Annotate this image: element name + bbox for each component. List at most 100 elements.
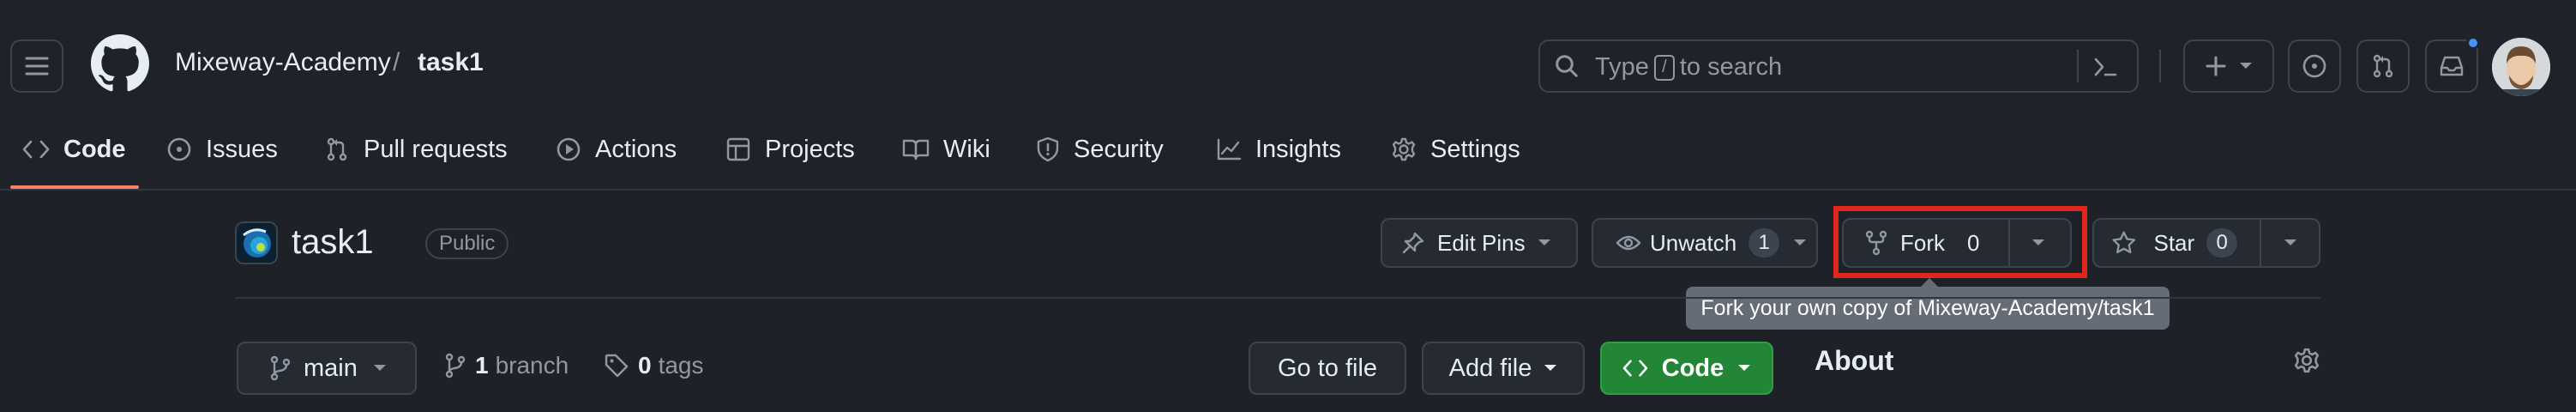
command-palette-icon[interactable]: [2092, 55, 2118, 79]
git-pull-request-icon: [2373, 54, 2393, 78]
star-label: Star: [2153, 229, 2195, 256]
tab-settings[interactable]: Settings: [1391, 130, 1520, 168]
triangle-down-icon: [1544, 365, 1557, 371]
graph-icon: [1217, 138, 1242, 161]
repo-title[interactable]: task1: [292, 223, 374, 262]
tab-insights[interactable]: Insights: [1216, 130, 1341, 168]
tab-issues[interactable]: Issues: [166, 130, 278, 168]
about-heading: About: [1815, 345, 1894, 376]
add-file-button[interactable]: Add file: [1422, 342, 1585, 395]
branch-selector[interactable]: main: [237, 342, 417, 395]
tab-label: Actions: [595, 135, 677, 163]
create-new-button[interactable]: [2183, 39, 2274, 93]
avatar[interactable]: [2492, 38, 2550, 96]
tooltip-arrow: [1921, 278, 1938, 287]
star-icon: [2112, 231, 2136, 254]
code-icon: [1622, 360, 1647, 377]
search-icon: [1556, 55, 1578, 77]
watchers-count: 1: [1748, 228, 1780, 258]
branches-count: 1: [475, 352, 489, 379]
edit-pins-button[interactable]: Edit Pins: [1381, 218, 1578, 268]
issues-button[interactable]: [2288, 39, 2341, 93]
search-placeholder: Type / to search: [1595, 53, 1782, 82]
triangle-down-icon: [2284, 239, 2296, 245]
add-file-label: Add file: [1448, 354, 1532, 382]
repo-header-divider: [235, 297, 2320, 299]
table-icon: [726, 137, 750, 161]
tab-label: Security: [1074, 135, 1164, 163]
tab-label: Wiki: [943, 135, 990, 163]
visibility-badge: Public: [425, 228, 509, 259]
stars-count: 0: [2206, 228, 2238, 258]
tab-label: Settings: [1430, 135, 1520, 163]
git-pull-request-icon: [327, 137, 347, 161]
fork-tooltip: Fork your own copy of Mixeway-Academy/ta…: [1686, 287, 2170, 330]
search-divider: [2077, 50, 2079, 82]
branch-name: main: [304, 354, 358, 382]
play-icon: [557, 137, 581, 161]
slash-key: /: [1653, 54, 1675, 81]
tab-label: Insights: [1255, 135, 1341, 163]
go-to-file-button[interactable]: Go to file: [1249, 342, 1406, 395]
org-logo-icon: [237, 223, 276, 263]
breadcrumb-separator: /: [393, 48, 400, 76]
code-icon: [22, 140, 50, 159]
tab-label: Pull requests: [364, 135, 508, 163]
github-logo[interactable]: [91, 34, 149, 93]
triangle-down-icon: [2240, 63, 2252, 69]
unwatch-button[interactable]: Unwatch 1: [1592, 218, 1818, 268]
git-branch-icon: [445, 353, 466, 379]
active-tab-underline: [10, 185, 139, 189]
tab-label: Projects: [765, 135, 855, 163]
tag-icon: [605, 354, 629, 378]
tab-security[interactable]: Security: [1036, 130, 1164, 168]
plus-icon: [2206, 56, 2226, 76]
triangle-down-icon: [1538, 239, 1550, 245]
git-branch-icon: [270, 355, 291, 381]
breadcrumb-repo[interactable]: task1: [418, 48, 484, 77]
breadcrumb-owner[interactable]: Mixeway-Academy: [175, 48, 391, 77]
shield-icon: [1037, 136, 1059, 162]
repo-owner-avatar[interactable]: [235, 221, 278, 264]
tab-actions[interactable]: Actions: [556, 130, 677, 168]
fork-highlight-box: [1833, 206, 2087, 278]
go-to-file-label: Go to file: [1277, 354, 1378, 382]
search-input[interactable]: Type / to search: [1538, 39, 2139, 93]
triangle-down-icon: [1738, 365, 1751, 371]
star-button[interactable]: Star 0: [2092, 218, 2320, 268]
code-button-label: Code: [1661, 354, 1724, 382]
tab-code[interactable]: Code: [22, 130, 126, 168]
unwatch-label: Unwatch: [1650, 229, 1737, 256]
issue-opened-icon: [2302, 54, 2326, 78]
search-placeholder-end: to search: [1679, 53, 1783, 81]
header-divider: [2159, 50, 2161, 82]
branches-label: branch: [495, 352, 569, 379]
pull-requests-button[interactable]: [2356, 39, 2410, 93]
inbox-icon: [2440, 56, 2464, 76]
tab-label: Code: [63, 135, 126, 163]
gear-icon: [2294, 348, 2320, 373]
edit-pins-label: Edit Pins: [1437, 229, 1526, 256]
tags-label: tags: [658, 352, 704, 379]
notification-dot: [2466, 36, 2480, 50]
hamburger-icon: [25, 57, 49, 76]
menu-button[interactable]: [10, 39, 63, 93]
gear-icon: [1392, 137, 1416, 161]
star-dropdown-button[interactable]: [2260, 220, 2319, 266]
triangle-down-icon: [1794, 239, 1807, 245]
tab-projects[interactable]: Projects: [725, 130, 855, 168]
tags-count: 0: [638, 352, 652, 379]
github-icon: [91, 34, 149, 92]
issue-opened-icon: [167, 137, 191, 161]
tags-link[interactable]: 0 tags: [604, 352, 704, 379]
code-button[interactable]: Code: [1600, 342, 1773, 395]
about-settings-button[interactable]: [2293, 347, 2320, 374]
user-avatar-icon: [2492, 38, 2550, 96]
eye-icon: [1616, 235, 1641, 251]
triangle-down-icon: [373, 365, 386, 371]
book-icon: [902, 139, 930, 161]
tab-wiki[interactable]: Wiki: [902, 130, 990, 168]
search-placeholder-start: Type: [1595, 53, 1649, 81]
tab-pull-requests[interactable]: Pull requests: [324, 130, 508, 168]
branches-link[interactable]: 1 branch: [444, 352, 569, 379]
